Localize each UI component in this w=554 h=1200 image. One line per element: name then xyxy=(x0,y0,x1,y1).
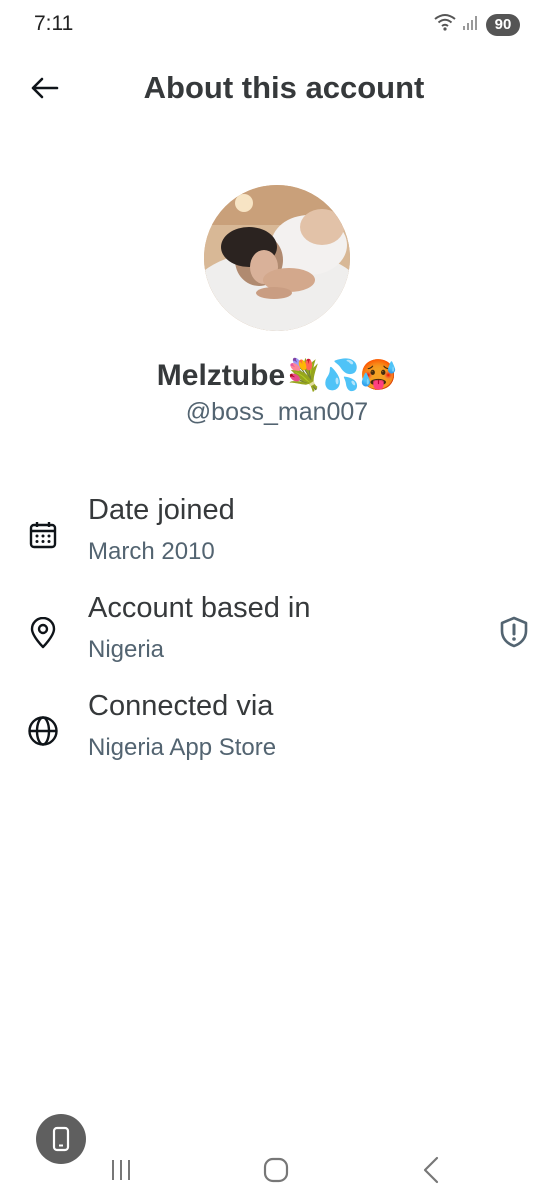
globe-icon xyxy=(24,712,62,750)
status-bar: 7:11 90 xyxy=(0,0,554,50)
recent-apps-icon xyxy=(112,1160,130,1180)
row-value: March 2010 xyxy=(88,538,215,565)
row-title: Account based in xyxy=(88,592,311,624)
status-icons: 90 xyxy=(434,13,520,36)
handle: @boss_man007 xyxy=(185,398,369,426)
shield-alert-icon[interactable] xyxy=(496,614,532,650)
calendar-icon xyxy=(24,516,62,554)
status-time: 7:11 xyxy=(34,12,74,35)
back-icon xyxy=(423,1156,439,1184)
display-name: Melztube💐💦🥵 xyxy=(156,359,398,392)
row-value: Nigeria App Store xyxy=(88,734,277,761)
battery-badge: 90 xyxy=(486,13,520,36)
home-icon xyxy=(263,1157,289,1183)
info-row-account-based-in: Account based in Nigeria xyxy=(0,592,554,682)
nav-bar xyxy=(0,1140,554,1200)
info-row-date-joined: Date joined March 2010 xyxy=(0,494,554,584)
location-pin-icon xyxy=(24,614,62,652)
info-row-connected-via: Connected via Nigeria App Store xyxy=(0,690,554,780)
wifi-icon xyxy=(434,13,456,36)
page-title: About this account xyxy=(143,70,425,105)
row-title: Date joined xyxy=(88,494,235,526)
home-button[interactable] xyxy=(251,1148,301,1192)
row-value: Nigeria xyxy=(88,636,165,663)
row-title: Connected via xyxy=(88,690,274,722)
screen: 7:11 90 About this account Melztube💐💦🥵 @… xyxy=(0,0,554,1200)
header: About this account xyxy=(0,60,554,116)
back-nav-button[interactable] xyxy=(406,1148,456,1192)
signal-icon xyxy=(462,13,480,36)
recent-apps-button[interactable] xyxy=(96,1148,146,1192)
avatar[interactable] xyxy=(204,185,350,331)
